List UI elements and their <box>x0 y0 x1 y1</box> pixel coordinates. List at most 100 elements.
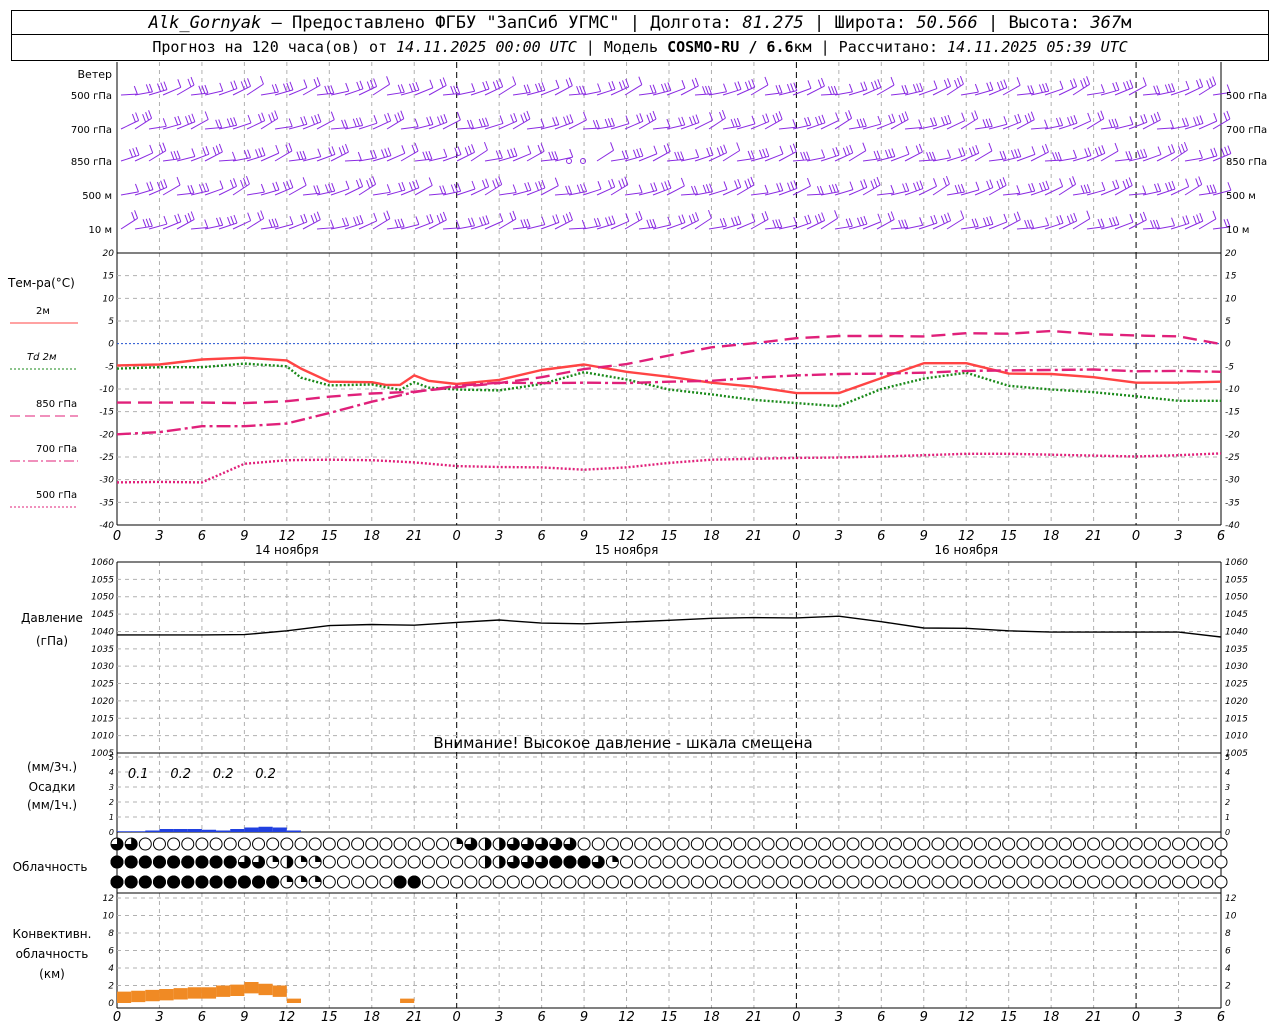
wind-barb-feather <box>592 120 597 129</box>
cloud-cover-icon <box>1072 855 1086 869</box>
cloud-cover-icon <box>1129 855 1143 869</box>
temp-legend-label: 2м <box>36 306 50 317</box>
wind-barb-feather <box>563 116 567 125</box>
wind-barb-feather <box>260 183 265 193</box>
wind-barb-feather <box>734 216 739 225</box>
wind-barb-feather <box>830 86 835 95</box>
convective-bar <box>145 989 160 1002</box>
wind-barb-feather <box>1041 145 1046 154</box>
wind-barb-feather <box>373 115 378 124</box>
cloud-full-fill <box>266 875 280 889</box>
wind-barb-feather <box>272 182 277 191</box>
wind-barb-feather <box>1168 83 1172 93</box>
cloud-cover-icon <box>1044 875 1058 889</box>
wind-barb-feather <box>499 78 504 87</box>
temp-tick-left: 20 <box>103 249 115 259</box>
wind-barb-feather <box>275 144 280 154</box>
cloud-cover-icon <box>775 855 789 869</box>
wind-barb-feather <box>482 81 487 91</box>
wind-barb-feather <box>898 219 903 229</box>
wind-barb-feather <box>901 113 906 122</box>
wind-barb-feather <box>257 212 262 221</box>
wind-barb-staff <box>484 86 503 96</box>
wind-barb-feather <box>765 148 770 157</box>
wind-barb-feather <box>551 151 556 160</box>
wind-barb-feather <box>779 182 784 191</box>
temp-tick-right: 5 <box>1225 317 1231 327</box>
wind-barb-feather <box>523 112 528 121</box>
wind-barb-feather <box>1054 152 1059 161</box>
wind-barb-feather <box>190 184 195 194</box>
wind-barb-feather <box>247 212 252 221</box>
wind-barb-feather <box>482 216 487 225</box>
wind-barb-feather <box>663 145 668 154</box>
wind-barb-feather <box>776 183 781 192</box>
wind-barb-feather <box>904 111 909 120</box>
wind-barb-feather <box>131 212 136 221</box>
wind-barb-feather <box>176 176 181 186</box>
cloud-cover-icon <box>308 837 322 851</box>
wind-barb-feather <box>807 80 812 89</box>
wind-barb-staff <box>176 219 195 230</box>
wind-barb-feather <box>366 179 371 189</box>
wind-barb-feather <box>996 180 1001 189</box>
wind-barb-feather <box>442 77 447 86</box>
wind-barb-feather <box>565 79 570 88</box>
wind-barb-feather <box>534 83 539 93</box>
cloud-cover-icon <box>1172 875 1186 889</box>
cloud-cover-icon <box>874 837 888 851</box>
precip-amount-label: 0.1 <box>128 767 149 782</box>
cloud-cover-icon <box>577 875 591 889</box>
wind-barb-feather <box>723 181 728 190</box>
wind-barb-feather <box>762 114 767 124</box>
wind-barb-feather <box>163 179 168 188</box>
wind-barb-feather <box>535 182 539 191</box>
wind-barb-feather <box>1057 151 1062 161</box>
wind-barb-feather <box>1016 77 1021 86</box>
cloud-layer <box>110 837 1228 889</box>
wind-barb-staff <box>1198 84 1216 96</box>
wind-barb-feather <box>483 141 488 151</box>
cloud-cover-icon <box>959 875 973 889</box>
wind-barb-staff <box>946 83 964 96</box>
wind-barb-feather <box>565 213 570 222</box>
wind-barb-feather <box>386 210 391 219</box>
wind-barb-feather <box>142 219 147 228</box>
cloud-cover-icon <box>1072 837 1086 851</box>
wind-barb-staff <box>442 119 461 130</box>
wind-barb-feather <box>219 217 224 226</box>
wind-barb-feather <box>775 219 780 228</box>
wind-barb-feather <box>1212 76 1217 85</box>
wind-barb-feather <box>1112 180 1117 190</box>
wind-barb-feather <box>1122 180 1127 190</box>
wind-barb-feather <box>568 185 573 194</box>
wind-barb-feather <box>705 85 709 95</box>
wind-barb-feather <box>933 117 938 126</box>
conv-tick-right: 0 <box>1225 999 1231 1009</box>
wind-barb-staff <box>1156 151 1175 162</box>
cloud-cover-icon <box>648 837 662 851</box>
wind-barb-feather <box>929 151 933 161</box>
wind-barb-feather <box>581 219 586 229</box>
wind-barb-feather <box>1108 119 1113 128</box>
wind-barb-feather <box>1122 82 1127 91</box>
wind-barb-feather <box>758 149 763 159</box>
cloud-cover-icon <box>804 855 818 869</box>
wind-barb-feather <box>541 179 546 189</box>
cloud-full-fill <box>124 855 138 869</box>
precip-label-3h: (мм/3ч.) <box>27 760 77 774</box>
wind-barb-staff <box>232 220 251 230</box>
precip-bar <box>145 830 160 832</box>
wind-barb-feather <box>593 218 598 227</box>
cloud-cover-icon <box>662 855 676 869</box>
wind-barb-staff <box>1072 83 1090 96</box>
wind-barb-staff <box>946 218 964 230</box>
wind-barb-feather <box>1125 151 1130 160</box>
wind-barb-feather <box>469 119 474 129</box>
cloud-full-fill <box>138 855 152 869</box>
cloud-cover-icon <box>747 855 761 869</box>
wind-barb-feather <box>359 178 364 187</box>
wind-barb-feather <box>901 219 906 228</box>
wind-barb-feather <box>408 182 413 191</box>
precip-bar <box>173 829 188 832</box>
